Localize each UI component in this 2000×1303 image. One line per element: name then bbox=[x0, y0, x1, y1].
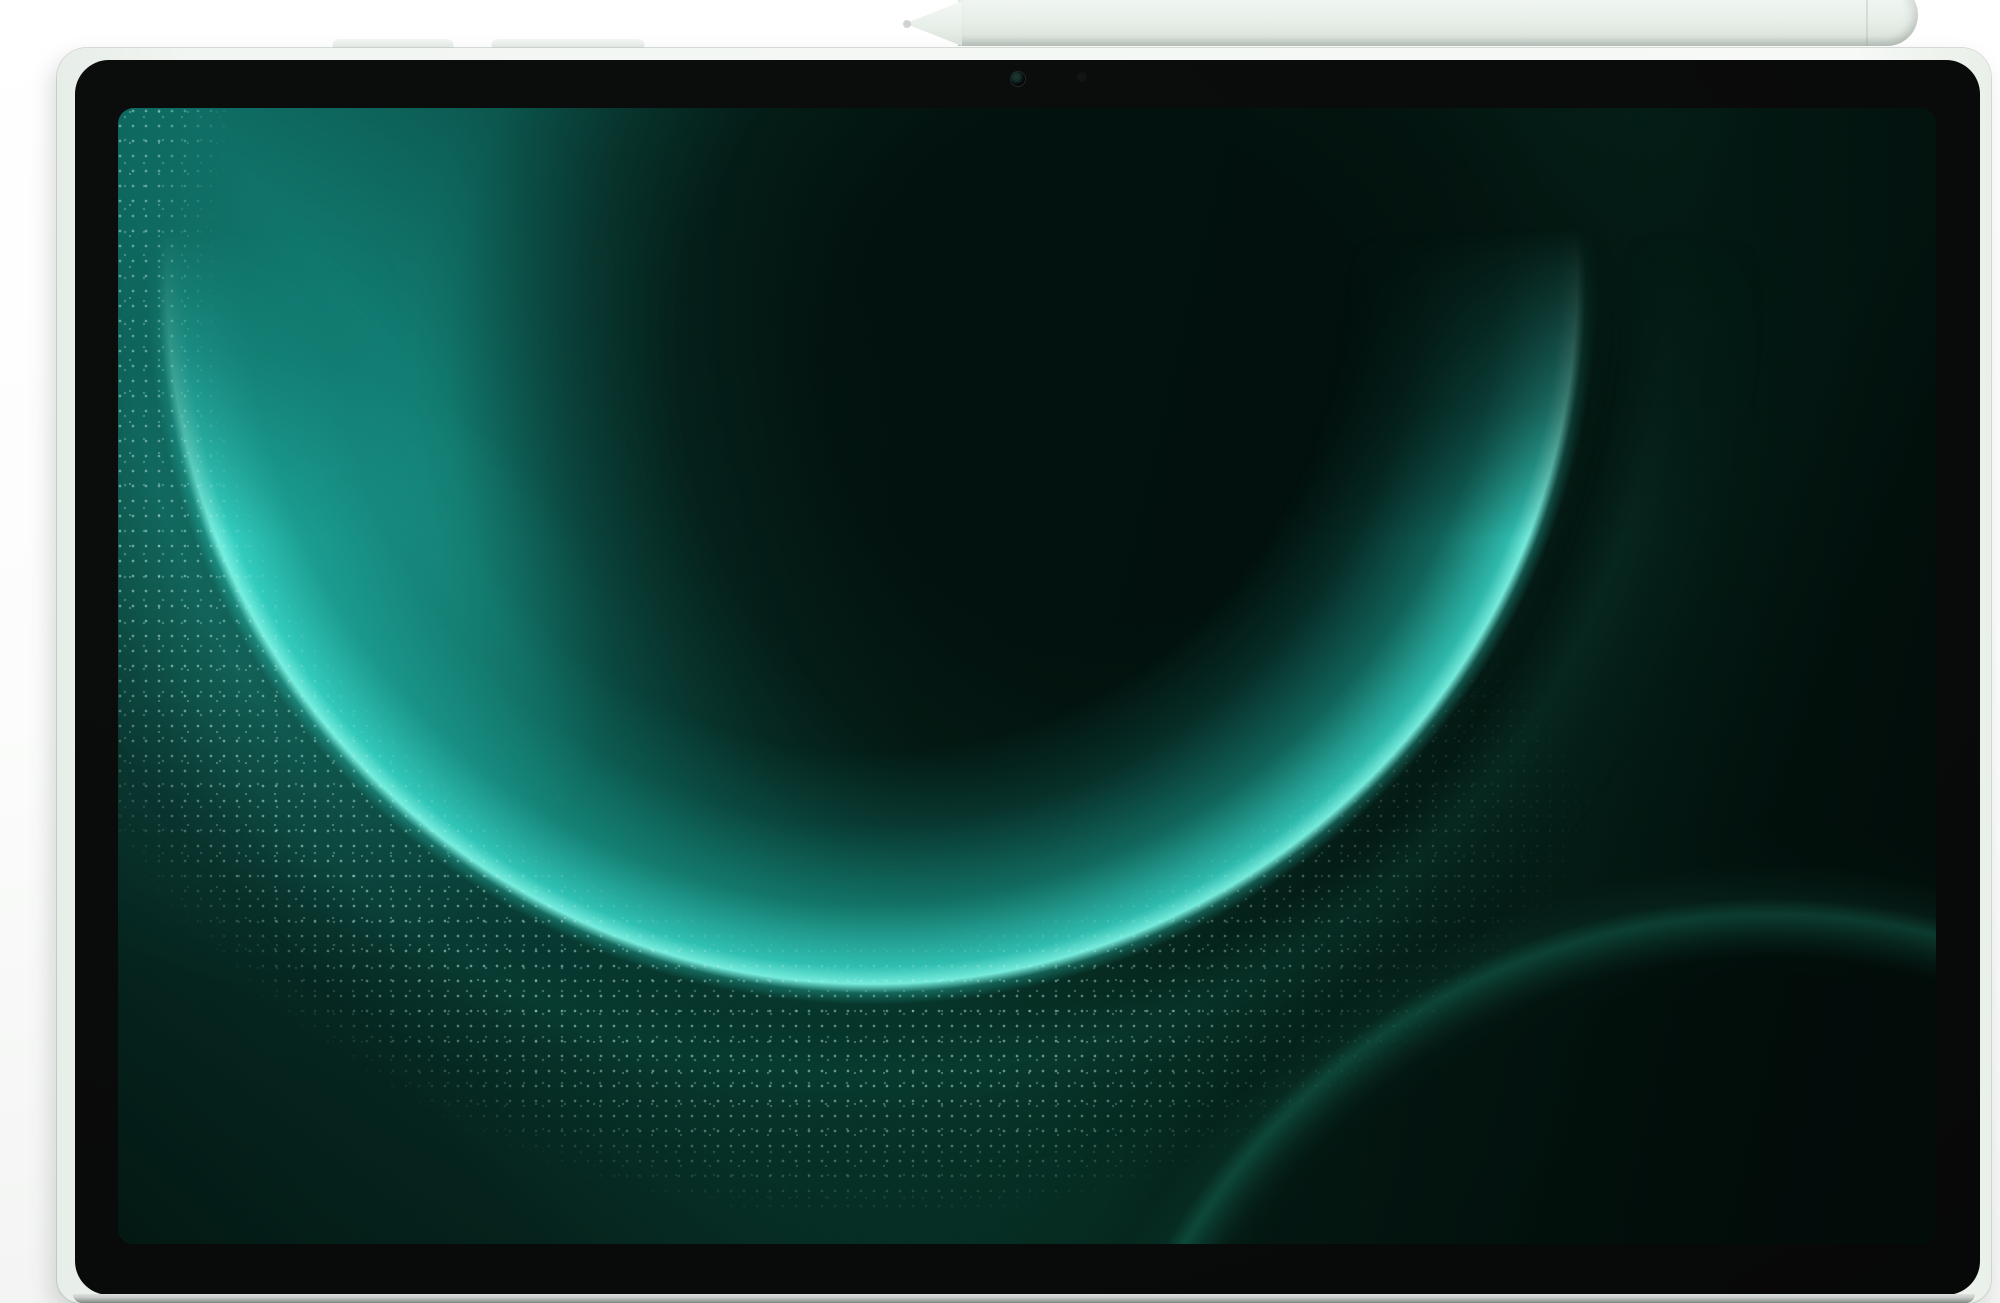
front-camera-icon bbox=[1011, 72, 1025, 86]
stylus-nib bbox=[903, 20, 911, 28]
stylus-cap-seam bbox=[1866, 0, 1868, 46]
light-sensor-icon bbox=[1077, 72, 1087, 82]
tablet-screen bbox=[118, 108, 1936, 1244]
tablet-body bbox=[57, 48, 1991, 1303]
tablet-bottom-edge bbox=[73, 1294, 1975, 1303]
stylus-tip bbox=[904, 1, 962, 46]
display-bezel bbox=[75, 60, 1980, 1295]
stylus-body bbox=[958, 0, 1918, 46]
wallpaper-secondary-circle bbox=[118, 108, 1936, 1244]
product-photo-backdrop bbox=[0, 0, 2000, 1303]
